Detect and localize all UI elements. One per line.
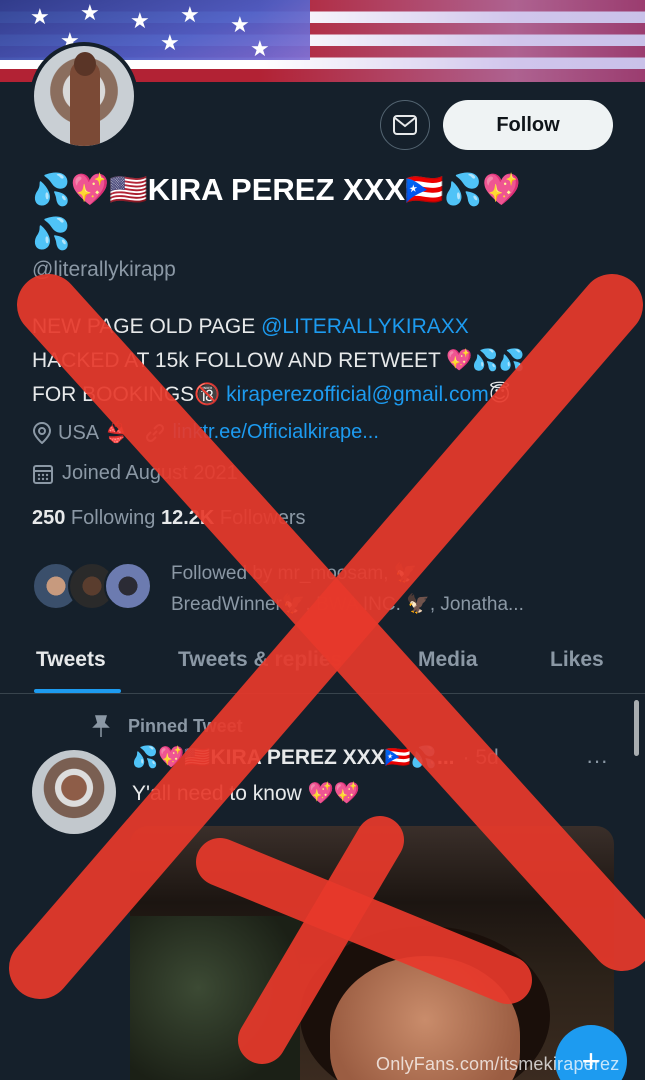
tweet-author[interactable]: 💦💖🇺🇸KIRA PEREZ XXX🇵🇷💦... xyxy=(132,746,455,770)
tweet-timestamp[interactable]: · 5d xyxy=(463,746,499,770)
location-pin-icon xyxy=(32,421,52,444)
scrollbar[interactable] xyxy=(634,700,639,756)
followers-count[interactable]: 12.2K xyxy=(161,507,214,529)
pinned-label: Pinned Tweet xyxy=(90,714,243,738)
message-button[interactable] xyxy=(380,100,430,150)
website-link[interactable]: linktr.ee/Officialkirape... xyxy=(172,421,378,444)
location-text: USA 👙 xyxy=(58,422,129,444)
follow-button[interactable]: Follow xyxy=(443,100,613,150)
tab-likes[interactable]: Likes xyxy=(550,648,604,672)
profile-meta: USA 👙 linktr.ee/Officialkirape... xyxy=(32,420,379,445)
followed-by-avatars xyxy=(32,558,157,612)
following-count[interactable]: 250 xyxy=(32,507,65,529)
more-options-icon[interactable]: ··· xyxy=(586,748,608,774)
tab-tweets[interactable]: Tweets xyxy=(36,648,106,672)
bio-email-link[interactable]: kiraperezofficial@gmail.com xyxy=(226,383,489,406)
joined-text: Joined August 2021 xyxy=(62,462,238,484)
profile-bio: NEW PAGE OLD PAGE @LITERALLYKIRAXX HACKE… xyxy=(32,315,525,406)
tweet-text: Y'all need to know 💖💖 xyxy=(132,782,360,805)
profile-handle: @literallykirapp xyxy=(32,258,176,281)
follow-stats: 250 Following 12.2K Followers xyxy=(32,507,306,529)
link-icon xyxy=(146,423,165,442)
mail-icon xyxy=(393,115,417,135)
tweet-media[interactable] xyxy=(130,826,614,1080)
followed-by[interactable]: Followed by mr_moosam, 🦅 BreadWinner🦅, B… xyxy=(32,558,524,620)
profile-page: ★ ★ ★ ★ ★ ★ ★ ★ Follow 💦💖🇺🇸KIRA PEREZ XX… xyxy=(0,0,645,1080)
active-tab-indicator xyxy=(34,689,121,693)
profile-tabs: Tweets Tweets & replies Media Likes xyxy=(0,636,645,694)
calendar-icon xyxy=(33,464,53,484)
watermark: OnlyFans.com/itsmekiraperez xyxy=(376,1054,620,1074)
followed-by-text: Followed by mr_moosam, 🦅 BreadWinner🦅, B… xyxy=(171,563,524,615)
display-name: 💦💖🇺🇸KIRA PEREZ XXX🇵🇷💦💖 💦 xyxy=(32,172,521,251)
tweet-avatar[interactable] xyxy=(32,750,116,834)
tab-tweets-and-replies[interactable]: Tweets & replies xyxy=(178,648,342,672)
tab-media[interactable]: Media xyxy=(418,648,478,672)
profile-avatar[interactable] xyxy=(30,42,138,150)
avatar xyxy=(104,562,152,610)
tweet-header: 💦💖🇺🇸KIRA PEREZ XXX🇵🇷💦... · 5d xyxy=(132,746,499,770)
pin-icon xyxy=(92,715,110,737)
joined-row: Joined August 2021 xyxy=(32,462,238,485)
bio-mention-link[interactable]: @LITERALLYKIRAXX xyxy=(261,315,469,338)
